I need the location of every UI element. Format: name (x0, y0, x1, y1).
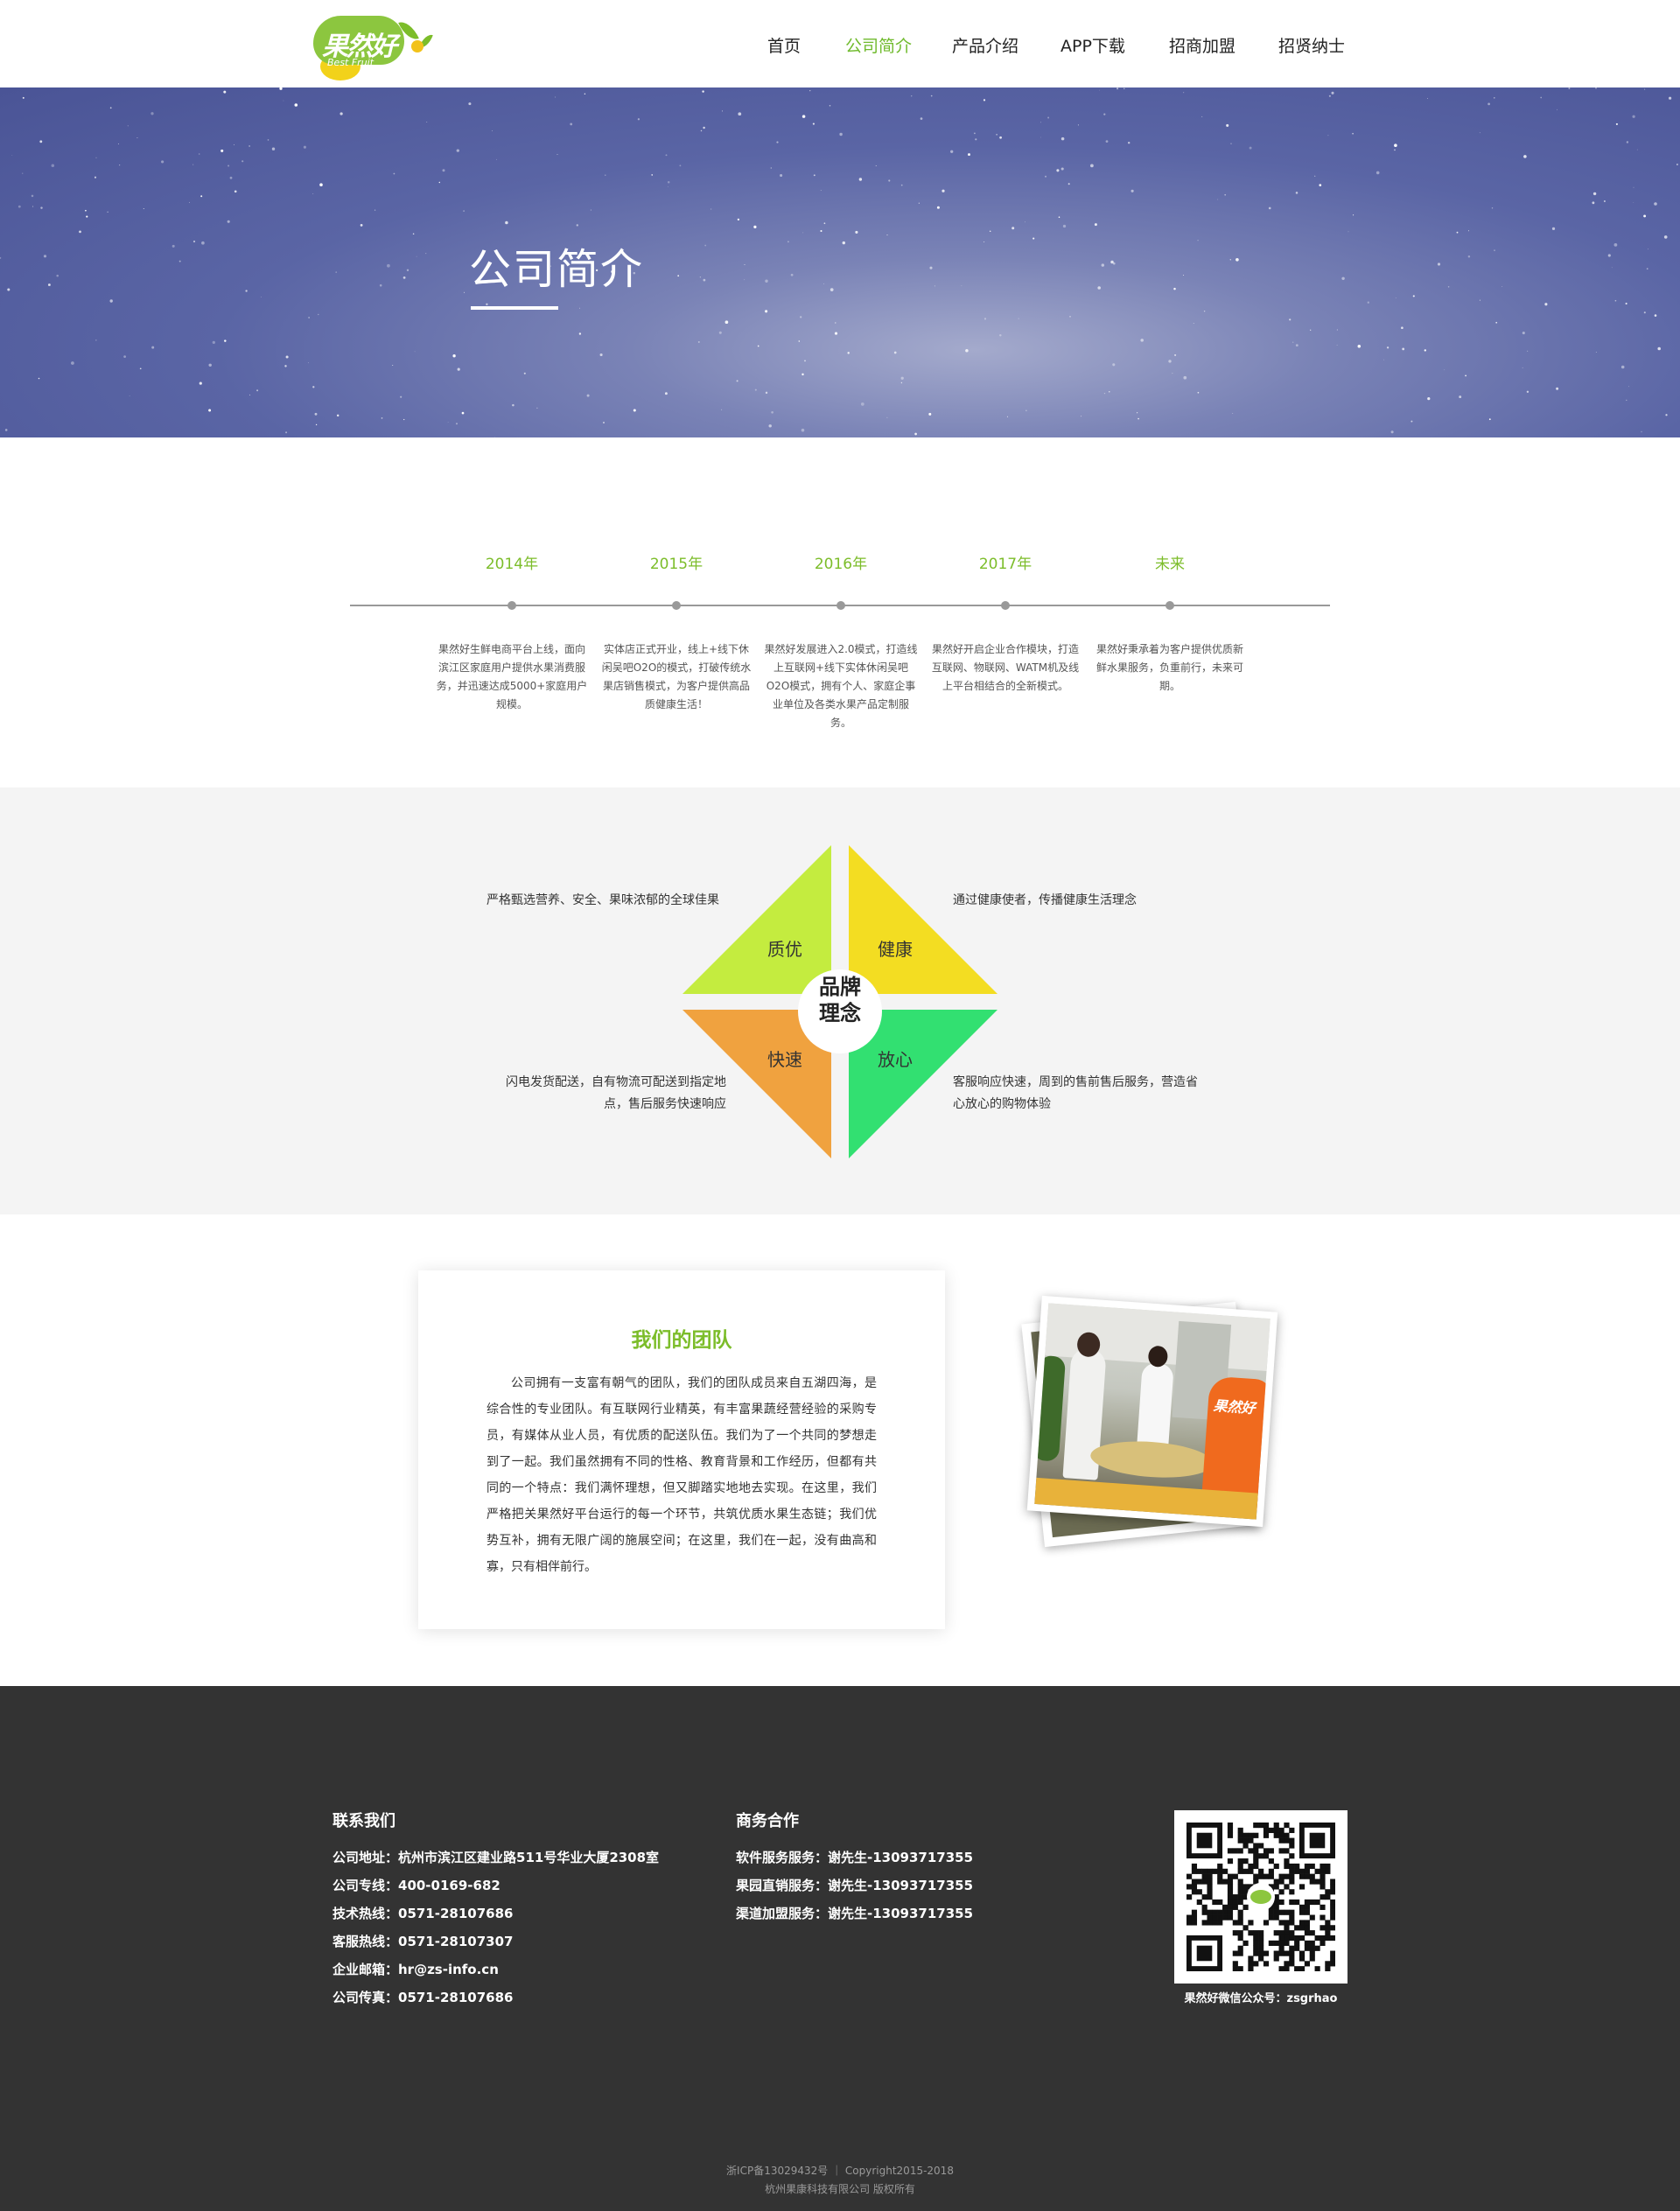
contact-email[interactable]: 企业邮箱：hr@zs-info.cn (332, 1960, 499, 1978)
concept-center-line1: 品牌 (819, 975, 861, 999)
business-line: 渠道加盟服务：谢先生-13093717355 (736, 1906, 974, 1921)
footer-copyright: 浙ICP备13029432号 ｜ Copyright2015-2018 杭州果康… (0, 2162, 1680, 2199)
timeline-year: 2016年 (814, 556, 868, 573)
timeline-description: 果然好秉承着为客户提供优质新鲜水果服务，负重前行，未来可期。 (1096, 643, 1243, 692)
quadrant-description: 通过健康使者，传播健康生活理念 (953, 893, 1137, 907)
company-copyright: 杭州果康科技有限公司 版权所有 (765, 2183, 915, 2195)
team-description: 公司拥有一支富有朝气的团队，我们的团队成员来自五湖四海，是综合性的专业团队。有互… (486, 1376, 877, 1574)
timeline-description: 果然好开启企业合作模块，打造互联网、物联网、WATM机及线上平台相结合的全新模式… (931, 643, 1080, 692)
timeline-description: 果然好生鲜电商平台上线，面向滨江区家庭用户提供水果消费服务，并迅速达成5000+… (436, 643, 588, 710)
quadrant-label: 快速 (767, 1049, 802, 1070)
shirt-logo-text: 果然好 (1212, 1396, 1256, 1417)
brand-logo[interactable]: 果然好 Best Fruit (312, 7, 434, 84)
contact-address: 公司地址：杭州市滨江区建业路511号华业大厦2308室 (332, 1850, 660, 1865)
business-line: 软件服务服务：谢先生-13093717355 (736, 1850, 974, 1865)
timeline-year: 2014年 (485, 556, 539, 573)
quadrant-label: 放心 (878, 1049, 913, 1070)
icp-record: 浙ICP备13029432号 ｜ Copyright2015-2018 (726, 2165, 954, 2177)
timeline-description: 果然好发展进入2.0模式，打造线上互联网+线下实体休闲吴吧O2O模式，拥有个人、… (764, 643, 918, 729)
timeline-year: 未来 (1155, 556, 1185, 573)
contact-tech-line: 技术热线：0571-28107686 (332, 1906, 514, 1921)
quadrant-description: 闪电发货配送，自有物流可配送到指定地点，售后服务快速响应 (506, 1075, 726, 1111)
team-card: 我们的团队 公司拥有一支富有朝气的团队，我们的团队成员来自五湖四海，是综合性的专… (418, 1270, 945, 1629)
business-heading: 商务合作 (736, 1812, 799, 1830)
team-title: 我们的团队 (631, 1329, 732, 1352)
quadrant-description: 严格甄选营养、安全、果味浓郁的全球佳果 (486, 893, 719, 907)
contact-service-line: 客服热线：0571-28107307 (332, 1934, 514, 1949)
timeline-dot (1001, 601, 1010, 610)
contact-heading: 联系我们 (332, 1812, 396, 1830)
nav-careers[interactable]: 招贤纳士 (1278, 33, 1345, 57)
nav-products[interactable]: 产品介绍 (952, 33, 1018, 57)
starfield-background (0, 87, 1678, 437)
title-underline (471, 306, 558, 310)
qr-caption: 果然好微信公众号：zsgrhao (1184, 1992, 1338, 2005)
wechat-qr-code (1174, 1810, 1348, 1984)
timeline-description: 实体店正式开业，线上+线下休闲吴吧O2O的模式，打破传统水果店销售模式，为客户提… (601, 643, 752, 710)
site-header: 果然好 Best Fruit 首页 公司简介 产品介绍 APP下载 招商加盟 招… (0, 0, 1680, 87)
contact-hotline: 公司专线：400-0169-682 (332, 1878, 500, 1893)
nav-about[interactable]: 公司简介 (845, 33, 912, 57)
timeline-year: 2017年 (978, 556, 1032, 573)
team-photo: 果然好 (1026, 1295, 1278, 1528)
timeline-dot (672, 601, 681, 610)
quadrant-label: 质优 (767, 939, 802, 960)
timeline-dot (508, 601, 516, 610)
nav-app-download[interactable]: APP下载 (1060, 33, 1125, 57)
timeline-dot (836, 601, 845, 610)
qr-code-icon (1186, 1823, 1335, 1971)
contact-fax: 公司传真：0571-28107686 (332, 1990, 514, 2005)
business-line: 果园直销服务：谢先生-13093717355 (736, 1878, 974, 1893)
timeline-year: 2015年 (649, 556, 704, 573)
site-footer: 联系我们 公司地址：杭州市滨江区建业路511号华业大厦2308室 公司专线：40… (0, 1686, 1680, 2211)
page-banner: 公司简介 (0, 87, 1680, 437)
page-title: 公司简介 (469, 245, 645, 294)
nav-franchise[interactable]: 招商加盟 (1169, 33, 1236, 57)
fruit-icon (411, 40, 424, 52)
quadrant-description: 客服响应快速，周到的售前售后服务，营造省心放心的购物体验 (953, 1075, 1198, 1111)
concept-center-label: 品牌 理念 (798, 974, 882, 1026)
nav-home[interactable]: 首页 (767, 33, 801, 57)
quadrant-label: 健康 (878, 939, 913, 960)
timeline-dot (1166, 601, 1174, 610)
team-photo-stack: 果然好 (1015, 1295, 1295, 1557)
concept-center-line2: 理念 (819, 1001, 861, 1025)
logo-subtext: Best Fruit (327, 57, 374, 68)
company-timeline: 2014年 果然好生鲜电商平台上线，面向滨江区家庭用户提供水果消费服务，并迅速达… (0, 437, 1680, 787)
